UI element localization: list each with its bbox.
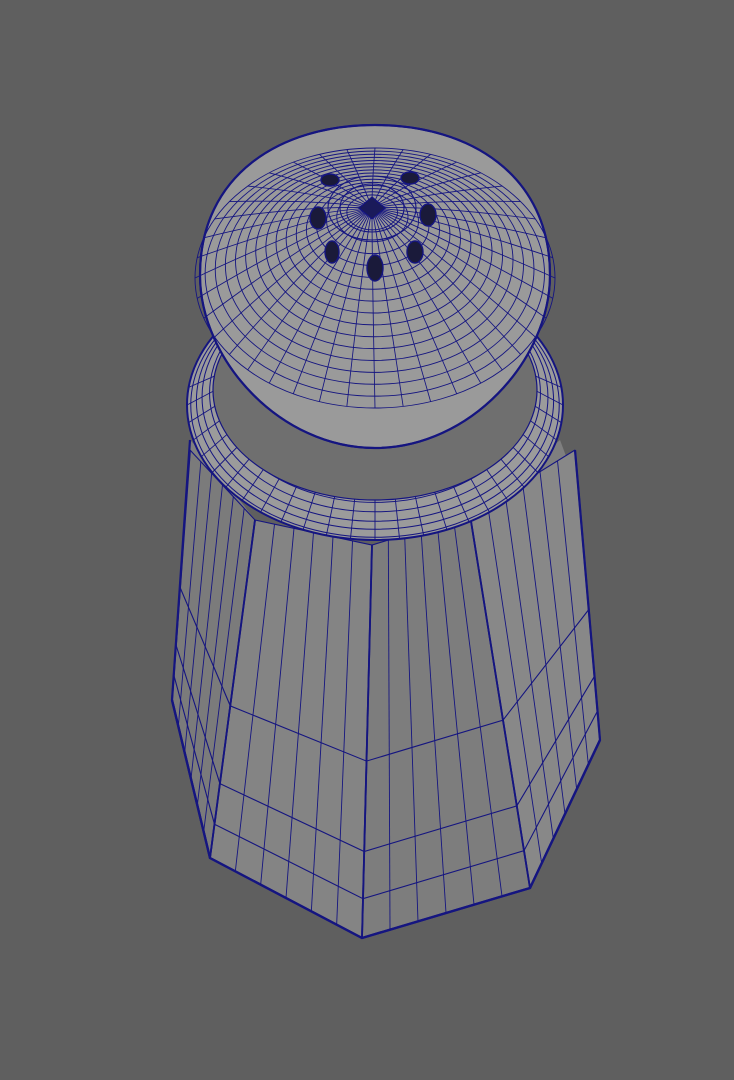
shaker-hole [400, 171, 420, 185]
3d-viewport[interactable] [0, 0, 734, 1080]
shaker-hole [419, 203, 437, 227]
shaker-hole [324, 240, 340, 264]
salt-shaker-mesh[interactable] [0, 0, 734, 1080]
shaker-hole [320, 173, 340, 187]
shaker-hole [366, 254, 384, 282]
shaker-hole [406, 240, 424, 264]
shaker-hole [309, 206, 327, 230]
